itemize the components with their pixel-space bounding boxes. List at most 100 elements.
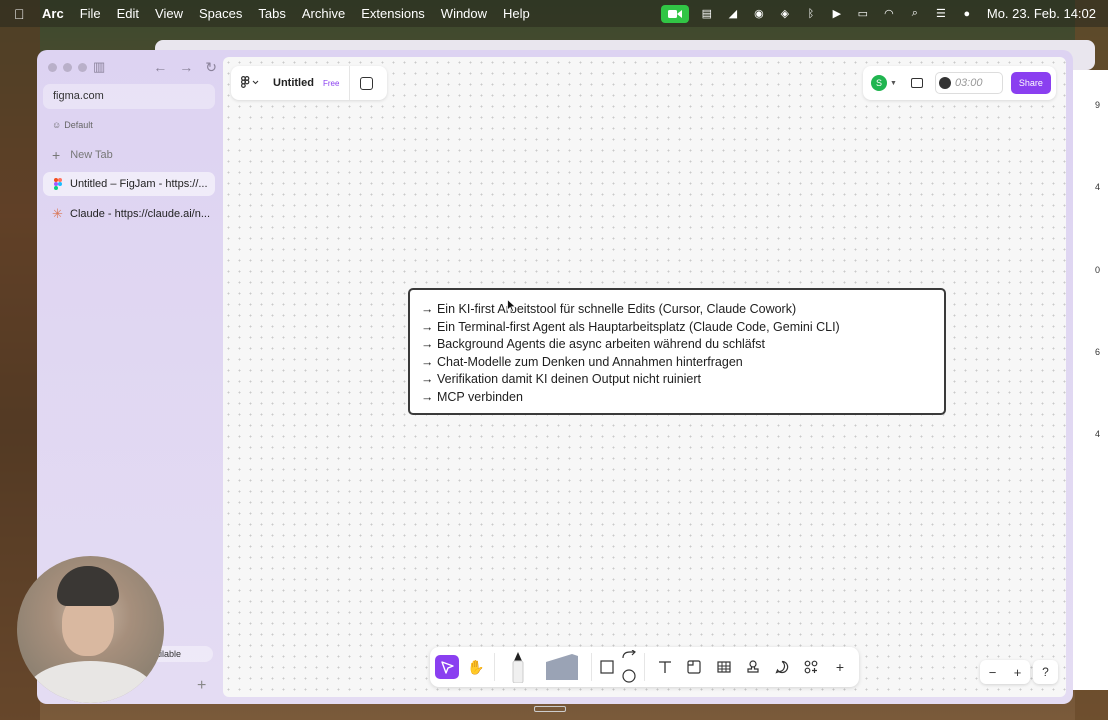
- zoom-in-button[interactable]: +: [1014, 665, 1022, 680]
- play-icon[interactable]: ▶: [829, 7, 845, 21]
- menu-view[interactable]: View: [155, 6, 183, 21]
- tab-claude[interactable]: ✳ Claude - https://claude.ai/n...: [43, 202, 215, 226]
- menu-help[interactable]: Help: [503, 6, 530, 21]
- apple-icon[interactable]: : [14, 7, 28, 21]
- url-bar[interactable]: figma.com: [43, 84, 215, 109]
- add-space-icon[interactable]: +: [197, 677, 206, 695]
- menu-bar:  Arc File Edit View Spaces Tabs Archive…: [0, 0, 1108, 27]
- minimize-window-button[interactable]: [63, 63, 72, 72]
- zoom-out-button[interactable]: −: [989, 665, 997, 680]
- text-sticky-box[interactable]: → Ein KI-first Arbeitstool für schnelle …: [408, 288, 946, 415]
- more-tools-plus-icon[interactable]: +: [828, 655, 852, 679]
- figma-menu-icon[interactable]: [241, 75, 267, 91]
- figjam-canvas[interactable]: Untitled Free S ▼ 03:00 Share → Ein KI-f…: [223, 57, 1066, 697]
- toolbar-divider: [349, 66, 351, 100]
- space-emoji-icon: ☺: [52, 120, 62, 130]
- app-status-icon[interactable]: ▤: [699, 7, 715, 21]
- plus-icon: +: [52, 147, 61, 163]
- layout-icon[interactable]: [910, 78, 923, 88]
- forward-arrow-icon[interactable]: →: [179, 59, 193, 76]
- zoom-controls: − +: [980, 660, 1030, 684]
- creation-toolbar: ✋ +: [430, 647, 859, 687]
- side-number: 4: [1094, 429, 1100, 439]
- new-tab-button[interactable]: + New Tab: [52, 147, 113, 163]
- window-resize-handle[interactable]: [534, 706, 566, 712]
- recording-icon[interactable]: [660, 4, 689, 23]
- text-line: → Chat-Modelle zum Denken und Annahmen h…: [421, 354, 743, 369]
- battery-icon[interactable]: ▭: [855, 7, 871, 21]
- close-window-button[interactable]: [48, 63, 57, 72]
- text-line: → Ein Terminal-first Agent als Hauptarbe…: [421, 319, 840, 334]
- claude-icon: ✳: [52, 206, 63, 221]
- tab-figjam[interactable]: Untitled – FigJam - https://...: [43, 172, 215, 196]
- side-number: 6: [1094, 347, 1100, 357]
- tab-label: Claude - https://claude.ai/n...: [70, 208, 211, 220]
- zoom-window-button[interactable]: [78, 63, 87, 72]
- text-tool-icon[interactable]: [653, 655, 677, 679]
- text-line: → Ein KI-first Arbeitstool für schnelle …: [421, 302, 797, 316]
- wifi-icon[interactable]: ◠: [881, 7, 897, 21]
- space-name: Default: [64, 120, 93, 130]
- washi-tape-icon[interactable]: [542, 651, 582, 683]
- siri-icon[interactable]: ●: [959, 7, 975, 21]
- webcam-person-body: [27, 661, 154, 703]
- plan-badge[interactable]: Free: [323, 79, 339, 88]
- tab-label: Untitled – FigJam - https://...: [70, 178, 208, 190]
- toolbar-divider: [494, 653, 495, 681]
- menu-archive[interactable]: Archive: [302, 6, 345, 21]
- section-tool-icon[interactable]: [682, 655, 706, 679]
- chevron-down-icon[interactable]: ▼: [890, 80, 897, 87]
- text-line: → MCP verbinden: [421, 389, 523, 404]
- timer-value: 03:00: [954, 77, 983, 89]
- connector-shape-icon[interactable]: [617, 649, 641, 685]
- widgets-icon[interactable]: [799, 655, 823, 679]
- webcam-person-hat: [57, 566, 119, 606]
- timer-icon: [938, 77, 951, 89]
- side-number: 0: [1094, 265, 1100, 275]
- marker-tool-icon[interactable]: [506, 649, 530, 685]
- collab-toolbar: S ▼ 03:00 Share: [863, 66, 1056, 100]
- share-button[interactable]: Share: [1010, 72, 1051, 94]
- menu-window[interactable]: Window: [441, 6, 487, 21]
- comment-tool-icon[interactable]: [770, 655, 794, 679]
- menu-edit[interactable]: Edit: [117, 6, 139, 21]
- user-avatar[interactable]: S: [871, 75, 887, 91]
- reload-icon[interactable]: ↻: [205, 59, 217, 76]
- menu-app-name[interactable]: Arc: [42, 6, 64, 21]
- hand-tool-icon[interactable]: ✋: [464, 655, 488, 679]
- background-window-edge: 9 4 0 6 4: [1070, 70, 1108, 690]
- back-arrow-icon[interactable]: ←: [153, 59, 167, 76]
- arc-window: ▥ ← → ↻ figma.com ☺ Default + New Tab Un…: [37, 50, 1073, 704]
- rectangle-shape-icon[interactable]: [595, 655, 619, 679]
- file-title[interactable]: Untitled: [273, 77, 314, 89]
- table-tool-icon[interactable]: [712, 655, 736, 679]
- select-tool-icon[interactable]: [435, 655, 459, 679]
- space-label[interactable]: ☺ Default: [52, 120, 93, 130]
- feed-icon[interactable]: ◢: [725, 7, 741, 21]
- stamp-tool-icon[interactable]: [741, 655, 765, 679]
- toolbar-divider: [644, 653, 645, 681]
- menu-spaces[interactable]: Spaces: [199, 6, 242, 21]
- menu-tabs[interactable]: Tabs: [258, 6, 285, 21]
- text-line: → Background Agents die async arbeiten w…: [421, 337, 765, 352]
- sidebar-toggle-icon[interactable]: ▥: [93, 59, 105, 75]
- menu-file[interactable]: File: [80, 6, 101, 21]
- toolbar-divider: [591, 653, 592, 681]
- password-icon[interactable]: ◉: [751, 7, 767, 21]
- search-icon[interactable]: ⌕: [907, 7, 923, 21]
- pages-icon[interactable]: [360, 76, 374, 90]
- mouse-cursor-icon: [507, 298, 517, 315]
- side-number: 9: [1094, 100, 1100, 110]
- text-line: → Verifikation damit KI deinen Output ni…: [421, 372, 702, 387]
- sidebar-toggle: ▥: [93, 59, 105, 75]
- help-button[interactable]: ?: [1033, 660, 1058, 684]
- file-toolbar: Untitled Free: [231, 66, 387, 100]
- control-center-icon[interactable]: ☰: [933, 7, 949, 21]
- status-area: ▤ ◢ ◉ ◈ ᛒ ▶ ▭ ◠ ⌕ ☰ ● Mo. 23. Feb. 14:02: [660, 0, 1096, 27]
- timer-widget[interactable]: 03:00: [934, 72, 1003, 94]
- menu-extensions[interactable]: Extensions: [361, 6, 425, 21]
- layers-icon[interactable]: ◈: [777, 7, 793, 21]
- bluetooth-icon[interactable]: ᛒ: [803, 7, 819, 21]
- menu-clock[interactable]: Mo. 23. Feb. 14:02: [987, 6, 1096, 21]
- new-tab-label: New Tab: [70, 149, 113, 161]
